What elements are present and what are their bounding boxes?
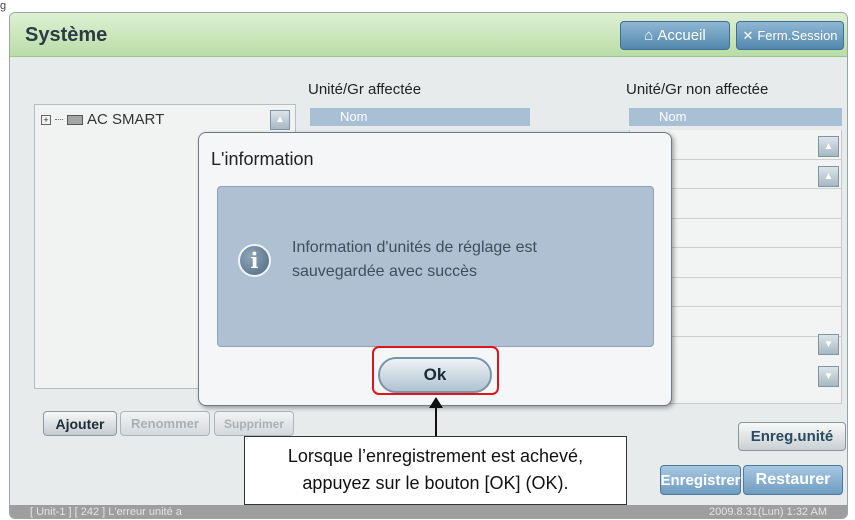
tree-item-ac-smart[interactable]: + AC SMART <box>41 111 164 128</box>
status-datetime: 2009.8.31(Lun) 1:32 AM <box>708 506 827 518</box>
scroll-up-icon[interactable]: ▲ <box>818 166 839 187</box>
callout-line1: Lorsque l’enregistrement est achevé, <box>287 446 584 466</box>
dialog-message-line1: Information d'unités de réglage est <box>292 239 537 256</box>
assigned-section-label: Unité/Gr affectée <box>308 81 422 98</box>
dialog-message-panel: i Information d'unités de réglage est sa… <box>217 186 654 347</box>
logout-button[interactable]: ✕ Ferm.Session <box>736 21 844 50</box>
logout-label: Ferm.Session <box>757 28 838 43</box>
add-button[interactable]: Ajouter <box>43 411 117 436</box>
close-icon: ✕ <box>742 27 754 43</box>
unassigned-section-label: Unité/Gr non affectée <box>626 81 769 98</box>
status-message: [ Unit-1 ] [ 242 ] L'erreur unité a <box>30 506 182 518</box>
ok-button-highlight <box>372 346 499 395</box>
scroll-bottom-icon[interactable]: ▼ <box>818 366 839 387</box>
assigned-column-header: Nom <box>310 108 530 126</box>
save-unit-button[interactable]: Enreg.unité <box>738 422 846 451</box>
tree-connector <box>55 119 63 120</box>
info-icon: i <box>238 244 271 277</box>
dialog-title: L'information <box>211 149 314 169</box>
dialog-message-line2: sauvegardée avec succès <box>292 263 477 280</box>
expand-icon[interactable]: + <box>41 114 51 125</box>
title-bar: Système ⌂ Accueil ✕ Ferm.Session <box>10 13 847 57</box>
rename-button[interactable]: Renommer <box>120 411 210 436</box>
scroll-top-icon[interactable]: ▲ <box>818 136 839 157</box>
instruction-callout: Lorsque l’enregistrement est achevé, app… <box>244 436 627 505</box>
home-label: Accueil <box>657 27 706 44</box>
callout-arrow-line <box>435 405 437 438</box>
tree-scroll-top-icon[interactable]: ▲ <box>270 110 290 130</box>
home-button[interactable]: ⌂ Accueil <box>620 21 730 50</box>
page-title: Système <box>25 24 108 46</box>
dialog-message: Information d'unités de réglage est sauv… <box>292 236 537 284</box>
tree-item-label: AC SMART <box>87 111 165 128</box>
callout-line2: appuyez sur le bouton [OK] (OK). <box>302 473 569 493</box>
restore-button[interactable]: Restaurer <box>743 465 843 495</box>
device-icon <box>67 114 83 125</box>
scroll-down-icon[interactable]: ▼ <box>818 334 839 355</box>
save-button[interactable]: Enregistrer <box>660 465 741 495</box>
status-bar: [ Unit-1 ] [ 242 ] L'erreur unité a 2009… <box>10 505 847 518</box>
unassigned-column-header: Nom <box>629 108 842 126</box>
delete-button[interactable]: Supprimer <box>214 411 294 436</box>
home-icon: ⌂ <box>644 27 654 44</box>
